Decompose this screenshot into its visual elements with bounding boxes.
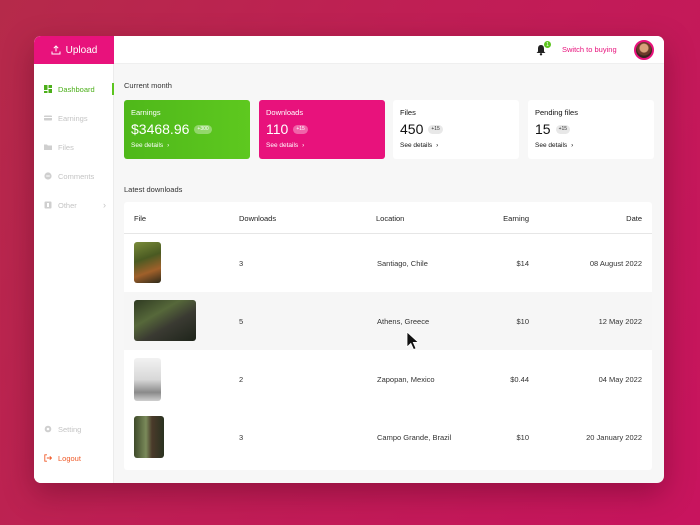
card-value: $3468.96	[131, 121, 190, 137]
card-label: Earnings	[131, 108, 161, 117]
pending-files-card: Pending files 15 +15 See details ›	[528, 100, 654, 159]
file-thumbnail[interactable]	[134, 242, 161, 283]
see-details-link[interactable]: See details ›	[535, 142, 647, 149]
downloads-cell: 3	[239, 433, 244, 442]
see-details-link[interactable]: See details ›	[400, 142, 512, 149]
sidebar-item-earnings[interactable]: Earnings	[44, 110, 112, 126]
gear-icon	[44, 425, 52, 433]
see-details-label: See details	[535, 142, 568, 149]
notification-badge: 1	[544, 41, 551, 48]
sidebar-item-setting[interactable]: Setting	[44, 421, 112, 437]
comment-icon	[44, 172, 52, 180]
app-window: Upload Dashboard Earnings Files Comments…	[34, 36, 664, 483]
sidebar-item-files[interactable]: Files	[44, 139, 112, 155]
card-badge: +300	[194, 124, 212, 134]
sidebar-item-label: Files	[58, 142, 74, 152]
upload-button[interactable]: Upload	[34, 36, 114, 64]
switch-to-buying-link[interactable]: Switch to buying	[562, 45, 617, 54]
card-value: 15	[535, 121, 551, 137]
card-badge: +15	[555, 124, 571, 134]
table-row[interactable]: 5 Athens, Greece $10 12 May 2022	[124, 292, 652, 350]
earning-cell: $0.44	[510, 375, 529, 384]
sidebar: Upload Dashboard Earnings Files Comments…	[34, 36, 114, 483]
date-cell: 04 May 2022	[598, 375, 642, 384]
table-header: File Downloads Location Earning Date	[124, 202, 652, 234]
sidebar-item-label: Comments	[58, 171, 95, 181]
chevron-right-icon: ›	[436, 142, 439, 149]
see-details-label: See details	[131, 142, 164, 149]
other-icon	[44, 201, 52, 209]
avatar[interactable]	[634, 40, 654, 60]
sidebar-item-label: Setting	[58, 424, 82, 434]
earning-cell: $10	[516, 433, 529, 442]
date-cell: 20 January 2022	[586, 433, 642, 442]
card-label: Downloads	[266, 108, 304, 117]
chevron-right-icon: ›	[167, 142, 170, 149]
logout-icon	[44, 454, 52, 462]
earnings-card: Earnings $3468.96 +300 See details ›	[124, 100, 250, 159]
sidebar-item-dashboard[interactable]: Dashboard	[44, 81, 114, 97]
column-header-earning[interactable]: Earning	[503, 214, 529, 223]
card-badge: +15	[428, 124, 443, 134]
location-cell: Athens, Greece	[377, 317, 430, 326]
sidebar-item-label: Earnings	[58, 113, 88, 123]
table-row[interactable]: 3 Santiago, Chile $14 08 August 2022	[124, 234, 652, 292]
dashboard-icon	[44, 85, 52, 93]
column-header-location[interactable]: Location	[376, 214, 404, 223]
chevron-right-icon: ›	[103, 200, 106, 210]
card-value: 450	[400, 121, 424, 137]
see-details-link[interactable]: See details ›	[131, 142, 243, 149]
sidebar-item-label: Dashboard	[58, 84, 95, 94]
downloads-table: File Downloads Location Earning Date 3 S…	[124, 202, 652, 470]
folder-icon	[44, 144, 52, 150]
chevron-right-icon: ›	[571, 142, 574, 149]
earning-cell: $14	[516, 259, 529, 268]
logout-label: Logout	[58, 453, 81, 463]
date-cell: 12 May 2022	[598, 317, 642, 326]
date-cell: 08 August 2022	[589, 259, 642, 268]
location-cell: Zapopan, Mexico	[377, 375, 435, 384]
column-header-downloads[interactable]: Downloads	[239, 214, 276, 223]
sidebar-item-label: Other	[58, 200, 77, 210]
files-card: Files 450 +15 See details ›	[393, 100, 519, 159]
card-label: Files	[400, 108, 416, 117]
logout-button[interactable]: Logout	[44, 450, 112, 466]
sidebar-item-comments[interactable]: Comments	[44, 168, 112, 184]
table-row[interactable]: 3 Campo Grande, Brazil $10 20 January 20…	[124, 408, 652, 466]
see-details-label: See details	[400, 142, 433, 149]
card-label: Pending files	[535, 108, 578, 117]
current-month-title: Current month	[124, 81, 172, 90]
downloads-cell: 2	[239, 375, 244, 384]
latest-downloads-title: Latest downloads	[124, 185, 183, 194]
downloads-cell: 5	[239, 317, 244, 326]
upload-label: Upload	[65, 44, 98, 56]
file-thumbnail[interactable]	[134, 300, 196, 341]
sidebar-item-other[interactable]: Other ›	[44, 197, 112, 213]
table-row[interactable]: 2 Zapopan, Mexico $0.44 04 May 2022	[124, 350, 652, 408]
mouse-cursor-icon	[406, 331, 420, 351]
file-thumbnail[interactable]	[134, 358, 161, 401]
downloads-cell: 3	[239, 259, 244, 268]
card-badge: +15	[293, 124, 308, 134]
upload-icon	[51, 45, 61, 55]
earnings-icon	[44, 115, 52, 121]
chevron-right-icon: ›	[302, 142, 305, 149]
earning-cell: $10	[516, 317, 529, 326]
card-value: 110	[266, 121, 289, 137]
downloads-card: Downloads 110 +15 See details ›	[259, 100, 385, 159]
see-details-label: See details	[266, 142, 299, 149]
location-cell: Campo Grande, Brazil	[377, 433, 452, 442]
location-cell: Santiago, Chile	[377, 259, 428, 268]
see-details-link[interactable]: See details ›	[266, 142, 378, 149]
column-header-date[interactable]: Date	[626, 214, 642, 223]
file-thumbnail[interactable]	[134, 416, 164, 458]
column-header-file[interactable]: File	[134, 214, 146, 223]
topbar: 1 Switch to buying	[114, 36, 664, 64]
